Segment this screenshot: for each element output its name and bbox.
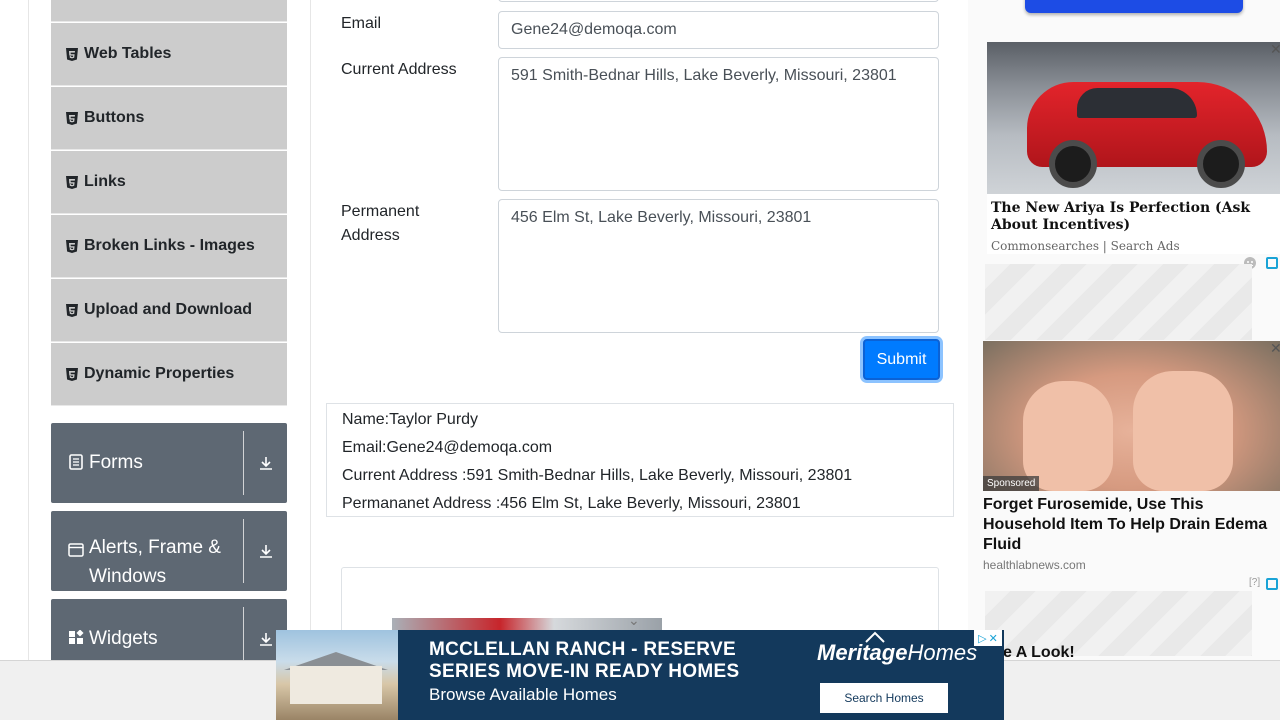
- html5-icon: [66, 175, 78, 189]
- sidebar-item-buttons[interactable]: Buttons: [51, 87, 287, 150]
- output-box: Name:Taylor Purdy Email:Gene24@demoqa.co…: [326, 403, 954, 517]
- sidebar-item-web-tables[interactable]: Web Tables: [51, 23, 287, 86]
- html5-icon: [66, 47, 78, 61]
- sponsored-badge: Sponsored: [983, 476, 1040, 491]
- sidebar-item-label: Broken Links - Images: [84, 237, 255, 254]
- homes-banner-ad[interactable]: MCCLELLAN RANCH - RESERVE SERIES MOVE-IN…: [276, 630, 1004, 720]
- full-name-field[interactable]: [498, 0, 939, 2]
- group-header: Forms: [51, 423, 243, 503]
- ad-info-link[interactable]: [?]: [1249, 577, 1260, 588]
- banner-close-controls[interactable]: ▷ ✕: [974, 630, 1002, 646]
- sidebar-item-label: Web Tables: [84, 45, 172, 62]
- sidebar-item-links[interactable]: Links: [51, 151, 287, 214]
- download-arrow-icon[interactable]: [244, 423, 287, 503]
- close-icon[interactable]: ✕: [1270, 340, 1280, 357]
- search-homes-button[interactable]: Search Homes: [820, 683, 948, 713]
- submit-button[interactable]: Submit: [863, 339, 940, 380]
- chevron-down-icon[interactable]: ⌄: [628, 612, 640, 629]
- roof-logo-icon: [865, 631, 885, 643]
- car-ad[interactable]: The New Ariya Is Perfection (Ask About I…: [987, 42, 1280, 254]
- left-sidebar: Web Tables Buttons Links Broken Links - …: [28, 0, 311, 720]
- email-label: Email: [341, 15, 382, 32]
- ad-placeholder: [985, 264, 1252, 340]
- sidebar-item-label: Links: [84, 173, 126, 190]
- logo-word-2: Homes: [907, 640, 978, 665]
- output-current-address: Current Address :591 Smith-Bednar Hills,…: [342, 467, 853, 484]
- current-address-label: Current Address: [341, 61, 457, 78]
- group-divider: [243, 431, 244, 495]
- window-icon: [68, 543, 84, 557]
- sidebar-group-forms[interactable]: Forms: [51, 423, 287, 503]
- group-header: Alerts, Frame & Windows: [51, 511, 243, 591]
- download-arrow-icon[interactable]: [244, 511, 287, 591]
- sidebar-item-dynamic-properties[interactable]: Dynamic Properties: [51, 343, 287, 406]
- group-label: Forms: [89, 452, 143, 473]
- sidebar-group-alerts[interactable]: Alerts, Frame & Windows: [51, 511, 287, 591]
- permanent-address-label: Permanent Address: [341, 203, 420, 244]
- email-field[interactable]: Gene24@demoqa.com: [498, 11, 939, 49]
- ad-top-button[interactable]: [1025, 0, 1243, 13]
- meritage-logo: MeritageHomes: [817, 631, 978, 666]
- output-email: Email:Gene24@demoqa.com: [342, 439, 553, 456]
- html5-icon: [66, 367, 78, 381]
- health-ad-image[interactable]: [983, 341, 1280, 491]
- sidebar-item-broken-links[interactable]: Broken Links - Images: [51, 215, 287, 278]
- logo-word-1: Meritage: [817, 640, 908, 665]
- adchoices-icon[interactable]: [1266, 578, 1278, 590]
- group-label: Widgets: [89, 628, 158, 649]
- text-box-form: Email Gene24@demoqa.com Current Address …: [326, 0, 954, 720]
- banner-headline-line-1: MCCLELLAN RANCH - RESERVE: [429, 639, 736, 660]
- house-photo: [276, 630, 398, 720]
- close-icon[interactable]: ✕: [989, 632, 998, 645]
- sidebar-item-label: Dynamic Properties: [84, 365, 235, 382]
- car-ad-source[interactable]: Commonsearches | Search Ads: [991, 239, 1180, 253]
- sidebar-item-previous[interactable]: [51, 0, 287, 22]
- car-ad-title[interactable]: The New Ariya Is Perfection (Ask About I…: [991, 200, 1259, 234]
- output-permanent-address: Permananet Address :456 Elm St, Lake Bev…: [342, 495, 801, 512]
- output-name: Name:Taylor Purdy: [342, 411, 479, 428]
- health-ad-title[interactable]: Forget Furosemide, Use This Household It…: [983, 495, 1278, 555]
- html5-icon: [66, 303, 78, 317]
- banner-subtitle: Browse Available Homes: [429, 685, 617, 704]
- car-ad-image: [987, 42, 1280, 194]
- widgets-icon: [69, 630, 84, 644]
- sidebar-item-label: Upload and Download: [84, 301, 252, 318]
- permanent-address-field[interactable]: 456 Elm St, Lake Beverly, Missouri, 2380…: [498, 199, 939, 333]
- adchoices-icon[interactable]: ▷: [978, 632, 986, 645]
- group-label: Alerts, Frame & Windows: [89, 537, 221, 587]
- document-icon: [69, 454, 83, 470]
- html5-icon: [66, 111, 78, 125]
- group-divider: [243, 519, 244, 583]
- sidebar-item-label: Buttons: [84, 109, 145, 126]
- adchoices-icon[interactable]: [1266, 257, 1278, 269]
- html5-icon: [66, 239, 78, 253]
- page: Web Tables Buttons Links Broken Links - …: [0, 0, 1280, 720]
- health-ad-source[interactable]: healthlabnews.com: [983, 558, 1086, 572]
- current-address-field[interactable]: 591 Smith-Bednar Hills, Lake Beverly, Mi…: [498, 57, 939, 191]
- sidebar-item-upload-download[interactable]: Upload and Download: [51, 279, 287, 342]
- close-icon[interactable]: ✕: [1270, 41, 1280, 58]
- banner-headline: MCCLELLAN RANCH - RESERVE SERIES MOVE-IN…: [429, 639, 739, 683]
- banner-headline-line-2: SERIES MOVE-IN READY HOMES: [429, 661, 740, 682]
